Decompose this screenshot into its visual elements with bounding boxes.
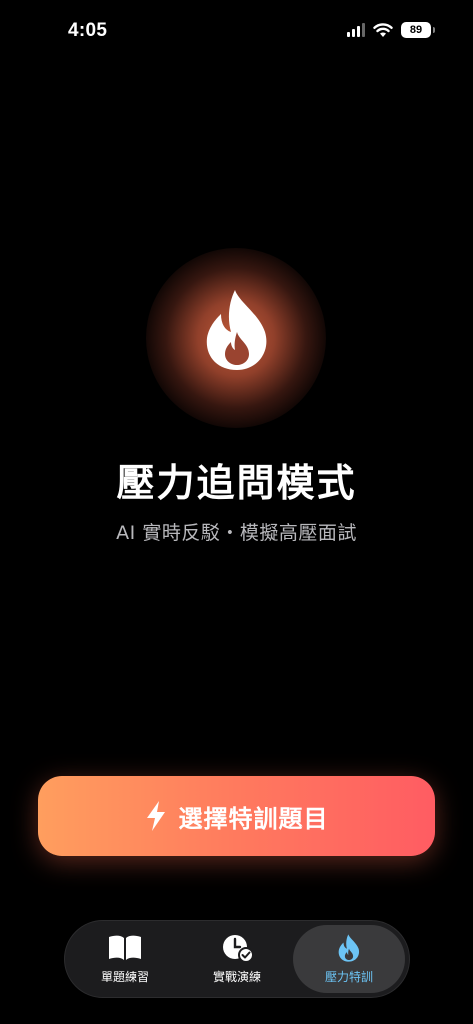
lightning-icon bbox=[146, 801, 165, 831]
select-topic-button[interactable]: 選擇特訓題目 bbox=[38, 776, 435, 856]
flame-icon bbox=[206, 290, 267, 370]
tab-label: 實戰演練 bbox=[212, 970, 261, 984]
mode-title: 壓力追問模式 bbox=[116, 461, 357, 505]
book-icon bbox=[107, 933, 143, 963]
tab-pressure-training[interactable]: 壓力特訓 bbox=[293, 925, 405, 993]
signal-icon bbox=[347, 23, 365, 37]
battery-level: 89 bbox=[409, 24, 423, 36]
battery-icon: 89 bbox=[401, 22, 435, 38]
status-indicators: 89 bbox=[347, 22, 435, 38]
screen: 4:05 89 壓力追問模式 AI 實時反駁・模擬高壓面試 選擇特訓題目 單題練… bbox=[0, 0, 473, 1024]
select-topic-label: 選擇特訓題目 bbox=[178, 804, 329, 833]
tab-label: 壓力特訓 bbox=[324, 970, 373, 984]
tab-label: 單題練習 bbox=[100, 970, 149, 984]
status-time: 4:05 bbox=[68, 20, 108, 41]
flame-icon bbox=[331, 933, 367, 963]
tab-bar: 單題練習 實戰演練 壓力特訓 bbox=[64, 920, 410, 998]
clock-check-icon bbox=[219, 933, 255, 963]
status-bar: 4:05 89 bbox=[0, 0, 473, 64]
mode-subtitle: AI 實時反駁・模擬高壓面試 bbox=[116, 522, 357, 544]
tab-mock-interview[interactable]: 實戰演練 bbox=[181, 925, 293, 993]
tab-single-practice[interactable]: 單題練習 bbox=[69, 925, 181, 993]
wifi-icon bbox=[373, 23, 393, 37]
